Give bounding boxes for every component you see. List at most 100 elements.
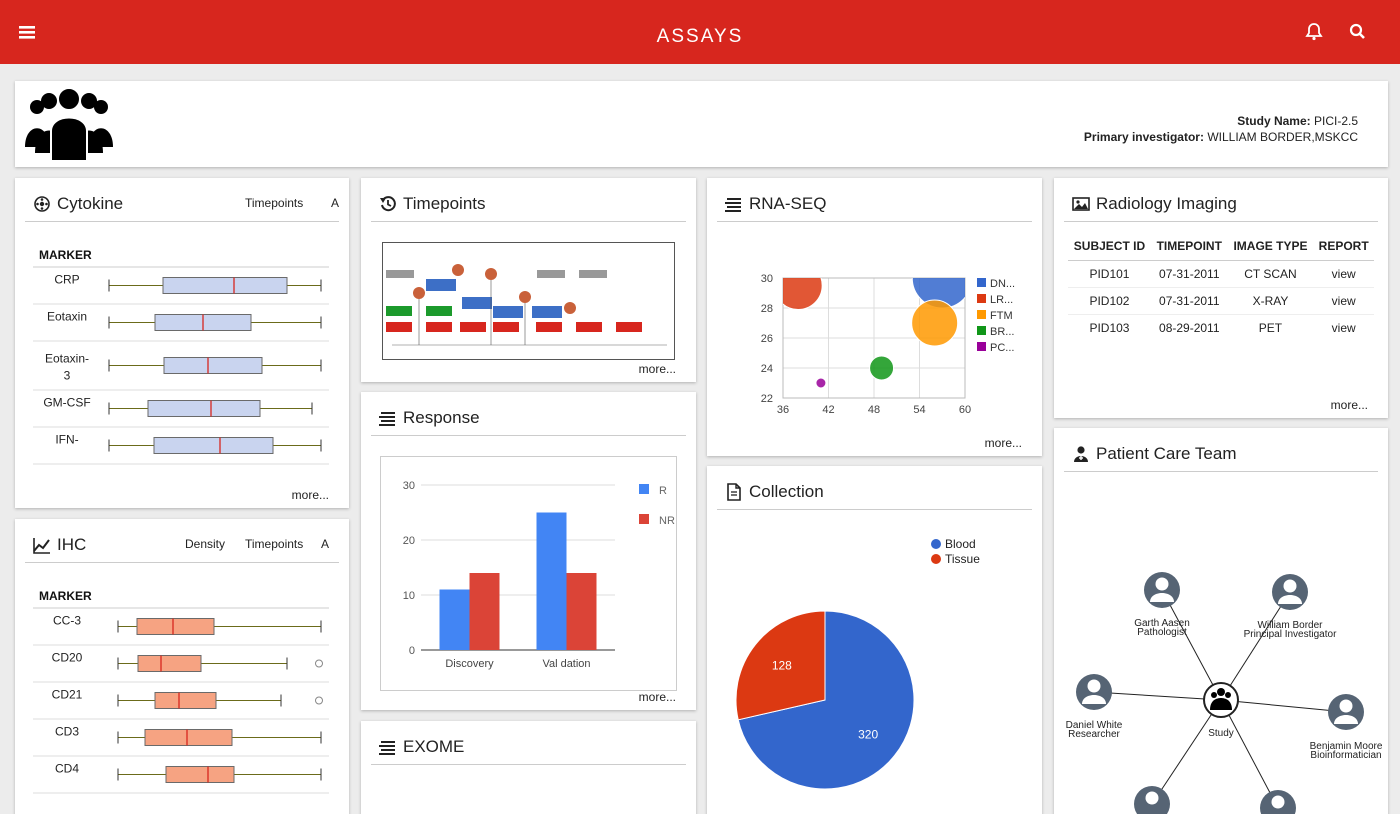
team-member-node[interactable] <box>1260 790 1296 814</box>
team-member-role: Researcher <box>1068 729 1120 740</box>
view-report-link[interactable]: view <box>1313 315 1374 342</box>
list-icon <box>725 198 741 212</box>
bubble-point <box>911 278 965 309</box>
cytokine-title: Cytokine <box>57 194 124 213</box>
x-tick-label: 36 <box>777 404 789 416</box>
marker-label: 3 <box>64 369 71 383</box>
tab-timepoints[interactable]: Timepoints <box>241 194 307 212</box>
x-tick-label: 48 <box>868 404 880 416</box>
tab-a[interactable]: A <box>317 535 333 553</box>
outlier-point <box>315 659 323 668</box>
legend-dot <box>931 554 941 564</box>
group-icon <box>25 87 113 161</box>
box <box>165 766 235 783</box>
y-tick-label: 10 <box>403 590 415 602</box>
bar-nr <box>566 573 597 650</box>
ihc-card: IHC Density Timepoints A MARKER CC-3 CD20 C… <box>15 519 349 814</box>
team-member-node[interactable] <box>1134 786 1170 814</box>
tab-a[interactable]: A <box>327 194 343 212</box>
bar-nr <box>469 573 500 650</box>
table-row: PID102 07-31-2011 X-RAY view <box>1068 287 1374 315</box>
chart-frame <box>380 456 677 691</box>
view-report-link[interactable]: view <box>1313 260 1374 288</box>
rnaseq-header: RNA-SEQ <box>717 188 1032 222</box>
bell-icon[interactable] <box>1302 20 1326 44</box>
x-tick-label: 54 <box>913 404 925 416</box>
cytokine-icon <box>34 196 50 212</box>
legend-label: FTM <box>990 310 1013 322</box>
timepoints-title: Timepoints <box>403 194 486 213</box>
legend-label: Tissue <box>945 552 980 566</box>
care-team-header: Patient Care Team <box>1064 438 1378 472</box>
marker-label: CC-3 <box>53 614 81 628</box>
study-node-label: Study <box>1208 728 1234 739</box>
image-icon <box>1072 197 1090 211</box>
radiology-table: SUBJECT ID TIMEPOINT IMAGE TYPE REPORT P… <box>1068 236 1374 342</box>
x-tick-label: 42 <box>822 404 834 416</box>
y-tick-label: 0 <box>409 645 415 657</box>
legend-dot <box>931 539 941 549</box>
marker-label: Eotaxin <box>47 310 87 324</box>
exome-card: EXOME <box>361 721 696 814</box>
tab-density[interactable]: Density <box>181 535 229 553</box>
team-member-role: Pathologist <box>1137 627 1187 638</box>
view-report-link[interactable]: view <box>1313 287 1374 315</box>
team-member-node[interactable] <box>1144 572 1180 608</box>
table-row: PID103 08-29-2011 PET view <box>1068 315 1374 342</box>
y-tick-label: 20 <box>403 535 415 547</box>
cytokine-more-link[interactable]: more... <box>292 488 329 502</box>
timeline-thumbnail[interactable] <box>382 242 675 360</box>
top-app-bar: ASSAYS <box>0 0 1400 64</box>
marker-column-header: MARKER <box>39 248 92 262</box>
bubble-point <box>815 377 827 389</box>
collection-title: Collection <box>749 482 824 501</box>
radiology-more-link[interactable]: more... <box>1331 398 1368 412</box>
pi-label: Primary investigator: <box>1083 130 1204 144</box>
legend-label: NR <box>659 515 675 527</box>
team-member-node[interactable] <box>1076 674 1112 710</box>
column-header: TIMEPOINT <box>1150 236 1228 261</box>
team-member-node[interactable] <box>1328 694 1364 730</box>
team-member-node[interactable] <box>1272 574 1308 610</box>
ihc-title: IHC <box>57 535 87 554</box>
pi-name: WILLIAM BORDER,MSKCC <box>1207 130 1358 144</box>
table-cell: CT SCAN <box>1227 260 1314 288</box>
table-cell: X-RAY <box>1227 287 1314 315</box>
timepoints-more-link[interactable]: more... <box>639 362 676 376</box>
exome-title: EXOME <box>403 737 465 756</box>
marker-label: Eotaxin- <box>45 352 89 366</box>
search-icon[interactable] <box>1346 20 1370 44</box>
collection-card: Collection 320 128 Blood Tissue <box>707 466 1042 814</box>
cytokine-card: Cytokine Timepoints A MARKER CRP Eotaxin Eo… <box>15 178 349 508</box>
marker-label: CD20 <box>52 651 83 665</box>
marker-label: CD4 <box>55 762 79 776</box>
legend-label: R <box>659 485 667 497</box>
bar-r <box>536 512 567 650</box>
marker-label: IFN- <box>55 433 78 447</box>
bubble-point <box>911 299 959 347</box>
legend-swatch <box>639 514 649 524</box>
page-title: ASSAYS <box>656 26 744 47</box>
collection-header: Collection <box>717 476 1032 510</box>
study-name: PICI-2.5 <box>1313 114 1358 128</box>
box <box>136 618 215 635</box>
outlier-point <box>315 696 323 705</box>
care-team-title: Patient Care Team <box>1096 444 1237 463</box>
legend-label: DN... <box>990 278 1015 290</box>
rnaseq-card: RNA-SEQ 36 42 48 54 60 22 24 26 28 30 DN... LR... FT… <box>707 178 1042 456</box>
team-member-role: Principal Investigator <box>1244 629 1337 640</box>
tab-timepoints[interactable]: Timepoints <box>241 535 307 553</box>
rnaseq-more-link[interactable]: more... <box>985 436 1022 450</box>
legend-swatch <box>977 278 986 287</box>
marker-label: CD3 <box>55 725 79 739</box>
y-tick-label: 30 <box>761 273 773 285</box>
legend-label: PC... <box>990 342 1014 354</box>
response-header: Response <box>371 402 686 436</box>
bar-r <box>439 589 470 650</box>
legend-swatch <box>977 294 986 303</box>
rnaseq-bubble-chart: 36 42 48 54 60 22 24 26 28 30 DN... LR... FTM BR... PC… <box>761 273 1015 416</box>
history-icon <box>380 196 396 212</box>
study-node[interactable] <box>1203 682 1239 718</box>
marker-label: GM-CSF <box>43 396 90 410</box>
response-more-link[interactable]: more... <box>639 690 676 704</box>
